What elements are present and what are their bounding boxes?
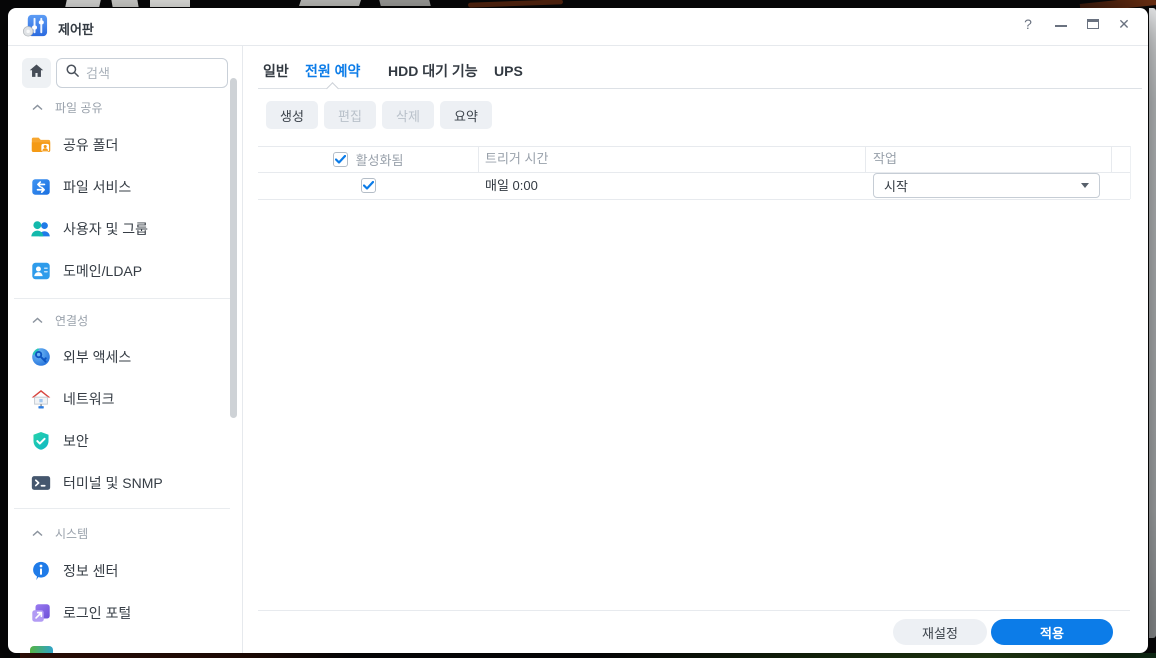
info-center-icon [30, 560, 52, 582]
terminal-snmp-icon [30, 472, 52, 494]
wallpaper-letter-shape [111, 0, 139, 7]
external-access-icon [30, 346, 52, 368]
table-column-divider [1111, 146, 1112, 172]
table-header-task: 작업 [873, 151, 897, 166]
titlebar-divider [8, 45, 1148, 46]
background-window-edge [1149, 8, 1156, 638]
sidebar-section-divider [14, 298, 230, 299]
login-portal-icon [30, 602, 52, 624]
shared-folder-icon [30, 134, 52, 156]
network-icon [30, 388, 52, 410]
column-header-label: 활성화됨 [355, 152, 404, 168]
section-label: 파일 공유 [55, 100, 103, 115]
window-title: 제어판 [58, 22, 94, 37]
wallpaper-letter-shape [65, 0, 101, 7]
sidebar-item-label: 보안 [63, 433, 89, 449]
domain-ldap-icon [30, 260, 52, 282]
file-services-icon [30, 176, 52, 198]
control-panel-window: 제어판 ? ✕ 파일 공유 [8, 8, 1148, 653]
sidebar-item-label: 로그인 포털 [63, 605, 132, 621]
sidebar-section-divider [14, 508, 230, 509]
sidebar-item-info-center[interactable]: 정보 센터 [24, 550, 230, 592]
maximize-button[interactable] [1084, 15, 1102, 33]
sidebar-item-file-services[interactable]: 파일 서비스 [24, 166, 230, 208]
delete-button: 삭제 [382, 101, 434, 129]
help-button[interactable]: ? [1019, 15, 1037, 33]
table-border [258, 199, 1130, 200]
help-icon: ? [1024, 16, 1032, 32]
reset-button[interactable]: 재설정 [893, 619, 987, 645]
sidebar-section-system[interactable]: 시스템 [32, 525, 88, 541]
apply-button[interactable]: 적용 [991, 619, 1113, 645]
maximize-icon [1087, 19, 1099, 29]
table-row-enabled-cell [258, 172, 478, 199]
section-label: 연결성 [55, 313, 89, 328]
wallpaper-glow [600, 653, 1156, 658]
table-header-trigger-time: 트리거 시간 [485, 151, 549, 166]
task-dropdown-value: 시작 [884, 179, 908, 194]
search-input[interactable] [86, 65, 206, 81]
sidebar-item-shared-folder[interactable]: 공유 폴더 [24, 124, 230, 166]
wallpaper-letter-shape [299, 0, 361, 6]
sidebar-item-terminal-snmp[interactable]: 터미널 및 SNMP [24, 462, 230, 504]
footer-divider [258, 610, 1130, 611]
dropdown-caret-icon [1081, 183, 1089, 188]
search-icon [65, 63, 80, 83]
sidebar-item-label: 공유 폴더 [63, 137, 119, 153]
wallpaper-streak [467, 0, 564, 8]
select-all-checkbox[interactable] [332, 151, 348, 167]
tab-ups[interactable]: UPS [494, 56, 523, 86]
close-icon: ✕ [1118, 15, 1130, 32]
table-column-divider [865, 146, 866, 172]
user-group-icon [30, 218, 52, 240]
sidebar-item-security[interactable]: 보안 [24, 420, 230, 462]
minimize-button[interactable] [1052, 15, 1070, 33]
sidebar-scrollbar[interactable] [230, 78, 237, 418]
table-header-enabled: 활성화됨 [258, 146, 478, 172]
sidebar-item-label: 정보 센터 [63, 563, 119, 579]
search-box [56, 58, 228, 88]
task-dropdown[interactable]: 시작 [873, 173, 1100, 198]
close-button[interactable]: ✕ [1115, 15, 1133, 33]
create-button[interactable]: 생성 [266, 101, 318, 129]
tab-bar-divider [258, 88, 1142, 89]
edit-button: 편집 [324, 101, 376, 129]
table-column-divider [478, 146, 479, 172]
sidebar-item-label: 외부 액세스 [63, 349, 132, 365]
table-right-border [1130, 146, 1131, 199]
wallpaper-letter-shape [379, 0, 431, 6]
tab-general[interactable]: 일반 [263, 56, 289, 86]
chevron-up-icon [32, 524, 43, 542]
sidebar-item-label: 터미널 및 SNMP [63, 475, 163, 491]
sidebar-item-label: 사용자 및 그룹 [63, 221, 149, 237]
summary-button[interactable]: 요약 [440, 101, 492, 129]
sidebar-item-partial-icon[interactable] [30, 646, 53, 653]
sidebar-item-label: 네트워크 [63, 391, 115, 407]
sidebar-item-login-portal[interactable]: 로그인 포털 [24, 592, 230, 634]
home-icon [28, 62, 45, 84]
row-enabled-checkbox[interactable] [360, 178, 376, 193]
home-button[interactable] [22, 58, 51, 88]
chevron-up-icon [32, 98, 43, 116]
sidebar-section-file-sharing[interactable]: 파일 공유 [32, 99, 103, 115]
sidebar-item-domain-ldap[interactable]: 도메인/LDAP [24, 250, 230, 292]
sidebar-section-connectivity[interactable]: 연결성 [32, 312, 88, 328]
sidebar-item-external-access[interactable]: 외부 액세스 [24, 336, 230, 378]
minimize-icon [1055, 25, 1067, 27]
chevron-up-icon [32, 311, 43, 329]
row-trigger-time: 매일 0:00 [485, 178, 538, 193]
sidebar-item-user-group[interactable]: 사용자 및 그룹 [24, 208, 230, 250]
sidebar-item-label: 도메인/LDAP [63, 263, 143, 279]
section-label: 시스템 [55, 526, 89, 541]
sidebar-item-network[interactable]: 네트워크 [24, 378, 230, 420]
control-panel-app-icon [22, 13, 49, 40]
security-icon [30, 430, 52, 452]
sidebar-divider [242, 46, 243, 653]
tab-hdd-hibernation[interactable]: HDD 대기 기능 [388, 56, 478, 86]
sidebar-item-label: 파일 서비스 [63, 179, 132, 195]
wallpaper-letter-shape [150, 0, 190, 7]
